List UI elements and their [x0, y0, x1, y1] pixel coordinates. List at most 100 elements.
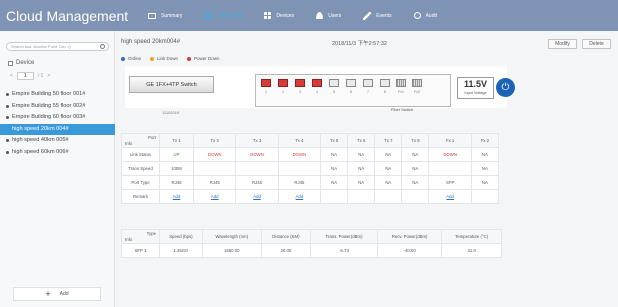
- table-row: Link Status UP DOWN DOWN DOWN NA NA NA N…: [121, 147, 500, 162]
- fiber-port-2-icon[interactable]: [412, 79, 422, 87]
- port-type-cell: RJ45: [277, 175, 322, 190]
- table-row: Remark Add Add Add Add Add: [121, 189, 500, 204]
- remark-cell: [320, 189, 349, 204]
- bullet-icon: [6, 128, 9, 131]
- tree-item-label: high speed 60km 006#: [12, 148, 69, 155]
- port-type-cell: SFP: [428, 175, 472, 190]
- port-4-icon[interactable]: [312, 79, 322, 87]
- pager-prev[interactable]: <: [10, 73, 13, 79]
- tree-item-device[interactable]: Empire Building 55 floor 002#: [0, 101, 115, 113]
- remark-add-link[interactable]: Add: [193, 189, 237, 204]
- add-link[interactable]: Add: [446, 194, 454, 199]
- remark-add-link[interactable]: Add: [158, 189, 195, 204]
- nav-summary[interactable]: Summary: [148, 12, 182, 19]
- trans-power-cell: -6.73: [310, 243, 378, 258]
- nav-device-info-label: Device Info: [217, 12, 243, 19]
- port-info-table: Port Info Tx 1 Tx 2 Tx 3 Tx 4 Tx 5 Tx 6 T…: [121, 133, 500, 204]
- port-2-icon[interactable]: [278, 79, 288, 87]
- sidebar-pager: < 1 / 1 >: [10, 72, 50, 80]
- nav-device-info[interactable]: Device Info: [204, 12, 243, 19]
- nav-events[interactable]: Events: [363, 11, 392, 20]
- main-nav: Summary Device Info Devices Users Events…: [148, 0, 459, 31]
- tree-item-device[interactable]: high speed 40km 005#: [0, 135, 115, 147]
- remark-add-link[interactable]: Add: [235, 189, 279, 204]
- column-header: Tx 6: [347, 133, 376, 148]
- link-status-cell: NA: [374, 147, 403, 162]
- tree-item-device[interactable]: Empire Building 50 floor 001#: [0, 89, 115, 101]
- column-header: Fx 2: [470, 133, 500, 148]
- add-link[interactable]: Add: [173, 194, 181, 199]
- corner-bottom: Info: [125, 141, 133, 146]
- remark-cell: [401, 189, 430, 204]
- delete-button[interactable]: Delete: [582, 39, 611, 49]
- link-status-cell: DOWN: [277, 147, 322, 162]
- tree-item-device[interactable]: high speed 60km 006#: [0, 147, 115, 159]
- root-checkbox[interactable]: [8, 60, 13, 66]
- legend-online-label: Online: [128, 56, 142, 61]
- top-bar: Cloud Management Summary Device Info Dev…: [0, 0, 618, 31]
- device-tree: Empire Building 50 floor 001# Empire Bui…: [0, 89, 115, 158]
- port-5-icon[interactable]: [329, 79, 339, 87]
- power-icon[interactable]: ⏻: [496, 78, 515, 97]
- port-type-cell: RJ45: [193, 175, 237, 190]
- search-icon[interactable]: [100, 44, 105, 49]
- legend-link-down-label: Link Down: [157, 56, 179, 61]
- remark-cell: [470, 189, 500, 204]
- datetime-display: 2018/11/3 下午2:57:32: [332, 41, 387, 47]
- speed-cell: NA: [374, 161, 403, 176]
- nav-devices-label: Devices: [276, 12, 295, 19]
- remark-add-link[interactable]: Add: [277, 189, 322, 204]
- add-link[interactable]: Add: [211, 194, 219, 199]
- nav-audit[interactable]: Audit: [413, 12, 437, 19]
- bullet-icon: [6, 150, 9, 154]
- legend-online: Online: [121, 56, 141, 61]
- add-link[interactable]: Add: [296, 194, 304, 199]
- remark-cell: [374, 189, 403, 204]
- table-header-row: Type Info Speed (bps) Wavelength (nm) Dis…: [121, 229, 502, 244]
- port-3-icon[interactable]: [295, 79, 305, 87]
- legend-link-down: Link Down: [150, 56, 178, 61]
- fiber-port-1-icon[interactable]: [396, 79, 406, 87]
- port-1-icon[interactable]: [261, 79, 271, 87]
- link-status-cell: NA: [320, 147, 349, 162]
- pager-page[interactable]: 1: [16, 72, 34, 80]
- device-tree-root[interactable]: Device: [8, 60, 34, 66]
- port-1-number: 1: [265, 90, 267, 94]
- grid-icon: [264, 12, 272, 19]
- add-label: Add: [59, 291, 69, 297]
- online-dot-icon: [121, 56, 125, 61]
- speed-cell: [277, 161, 322, 176]
- tree-item-device-selected[interactable]: high speed 20km 004#: [0, 123, 115, 135]
- nav-devices[interactable]: Devices: [264, 12, 294, 19]
- search-input[interactable]: Search Ass. Monitor Point, Dev Q: [6, 42, 109, 51]
- port-panel: 1 2 3 4 5 6 7 8 Fx1 Fx2: [255, 74, 451, 107]
- add-device-button[interactable]: + Add: [13, 287, 101, 301]
- device-serial: 11102019: [162, 110, 180, 115]
- port-8-icon[interactable]: [380, 79, 390, 87]
- port-6-icon[interactable]: [346, 79, 356, 87]
- fiber-port-2-number: Fx2: [414, 90, 420, 94]
- column-header: Tx 1: [158, 133, 195, 148]
- speed-cell: [235, 161, 279, 176]
- legend-power-down: Power Down: [187, 56, 220, 61]
- device-model[interactable]: GE 1FX+4TP Switch: [129, 76, 214, 93]
- port-2-number: 2: [282, 90, 284, 94]
- device-icon: [204, 12, 213, 19]
- column-header: Tx 3: [235, 133, 279, 148]
- modify-button[interactable]: Modify: [548, 39, 577, 49]
- port-8-number: 8: [384, 90, 386, 94]
- nav-users[interactable]: Users: [316, 12, 341, 19]
- speed-cell: 1.25GG: [159, 243, 203, 258]
- port-6-number: 6: [350, 90, 352, 94]
- sidebar: Search Ass. Monitor Point, Dev Q Device …: [0, 31, 115, 307]
- monitor-icon: [148, 12, 156, 19]
- remark-add-link[interactable]: Add: [428, 189, 472, 204]
- recv-power-cell: -40.00: [376, 243, 443, 258]
- tree-item-device[interactable]: Empire Building 60 floor 003#: [0, 112, 115, 124]
- add-link[interactable]: Add: [253, 194, 261, 199]
- pager-next[interactable]: >: [47, 73, 50, 79]
- port-7-icon[interactable]: [363, 79, 373, 87]
- row-label: Port Type: [121, 175, 160, 190]
- nav-users-label: Users: [328, 12, 342, 19]
- status-legend: Online Link Down Power Down: [121, 56, 229, 61]
